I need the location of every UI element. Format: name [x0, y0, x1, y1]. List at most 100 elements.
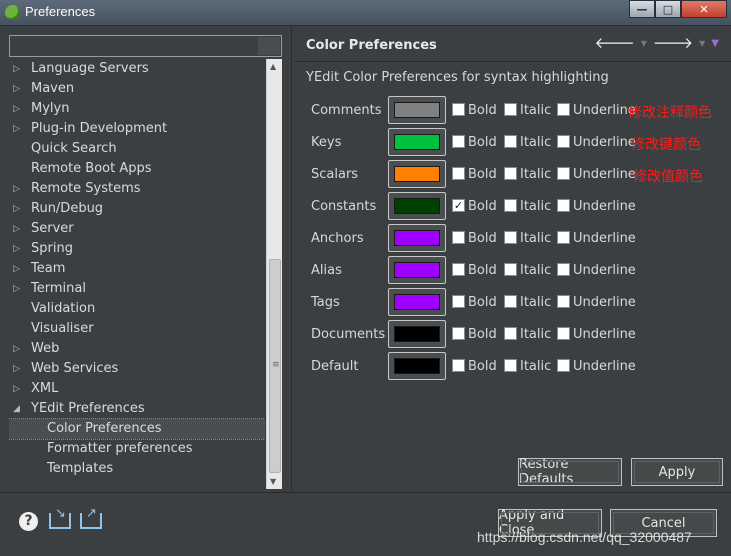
tree-item[interactable]: ▷ Server — [9, 219, 265, 239]
italic-checkbox[interactable] — [504, 167, 517, 180]
forward-arrow-icon[interactable]: 🡒 — [653, 36, 693, 51]
bold-checkbox[interactable]: ✓ — [452, 199, 465, 212]
tree-item[interactable]: Remote Boot Apps — [9, 159, 265, 179]
color-picker-button[interactable] — [388, 320, 446, 348]
color-picker-button[interactable] — [388, 224, 446, 252]
collapsed-arrow-icon[interactable]: ▷ — [13, 339, 23, 359]
tree-item[interactable]: Color Preferences — [9, 418, 265, 440]
back-dropdown-icon[interactable]: ▼ — [641, 39, 647, 48]
tree-item[interactable]: ▷ Maven — [9, 79, 265, 99]
underline-checkbox[interactable] — [557, 135, 570, 148]
apply-button[interactable]: Apply — [631, 458, 723, 486]
tree-item[interactable]: ◢ YEdit Preferences — [9, 399, 265, 419]
tree-item-label: Quick Search — [31, 141, 117, 156]
tree-item[interactable]: ▷ Spring — [9, 239, 265, 259]
italic-label: Italic — [520, 327, 552, 342]
tree-item[interactable]: ▷ Web Services — [9, 359, 265, 379]
expanded-arrow-icon[interactable]: ◢ — [13, 399, 23, 419]
collapsed-arrow-icon[interactable]: ▷ — [13, 199, 23, 219]
collapsed-arrow-icon[interactable]: ▷ — [13, 279, 23, 299]
tree-item[interactable]: ▷ Web — [9, 339, 265, 359]
collapsed-arrow-icon[interactable]: ▷ — [13, 119, 23, 139]
color-picker-button[interactable] — [388, 352, 446, 380]
import-icon[interactable]: ↘ — [49, 507, 71, 529]
bold-checkbox[interactable] — [452, 295, 465, 308]
back-arrow-icon[interactable]: 🡐 — [595, 36, 635, 51]
italic-checkbox[interactable] — [504, 263, 517, 276]
close-button[interactable]: ✕ — [681, 0, 727, 18]
italic-checkbox[interactable] — [504, 359, 517, 372]
underline-checkbox[interactable] — [557, 327, 570, 340]
tree-item[interactable]: ▷ Language Servers — [9, 59, 265, 79]
color-picker-button[interactable] — [388, 160, 446, 188]
help-icon[interactable]: ? — [19, 512, 38, 531]
maximize-button[interactable]: □ — [655, 0, 681, 18]
preference-tree-pane: ▷ Language Servers ▷ Maven ▷ Mylyn ▷ Plug-in De… — [0, 27, 292, 492]
color-picker-button[interactable] — [388, 128, 446, 156]
color-picker-button[interactable] — [388, 288, 446, 316]
tree-item[interactable]: Quick Search — [9, 139, 265, 159]
italic-label: Italic — [520, 135, 552, 150]
italic-checkbox[interactable] — [504, 199, 517, 212]
color-swatch — [394, 230, 440, 246]
filter-clear-icon[interactable] — [258, 37, 280, 55]
scroll-up-icon[interactable]: ▲ — [270, 62, 276, 71]
minimize-button[interactable]: — — [629, 0, 655, 18]
underline-checkbox[interactable] — [557, 295, 570, 308]
collapsed-arrow-icon[interactable]: ▷ — [13, 259, 23, 279]
tree-item[interactable]: ▷ Run/Debug — [9, 199, 265, 219]
page-header: Color Preferences 🡐 ▼ 🡒 ▼ ▼ — [294, 27, 731, 62]
tree-item[interactable]: ▷ Plug-in Development — [9, 119, 265, 139]
underline-checkbox[interactable] — [557, 167, 570, 180]
collapsed-arrow-icon[interactable]: ▷ — [13, 379, 23, 399]
color-setting-row: Keys Bold Italic Underline 修改键颜色 — [306, 128, 726, 160]
underline-checkbox[interactable] — [557, 231, 570, 244]
scroll-down-icon[interactable]: ▼ — [270, 477, 276, 486]
collapsed-arrow-icon[interactable]: ▷ — [13, 179, 23, 199]
tree-item[interactable]: ▷ Terminal — [9, 279, 265, 299]
tree-item[interactable]: ▷ Mylyn — [9, 99, 265, 119]
forward-dropdown-icon[interactable]: ▼ — [699, 39, 705, 48]
italic-checkbox[interactable] — [504, 295, 517, 308]
color-picker-button[interactable] — [388, 256, 446, 284]
tree-item[interactable]: ▷ Team — [9, 259, 265, 279]
collapsed-arrow-icon[interactable]: ▷ — [13, 79, 23, 99]
collapsed-arrow-icon[interactable]: ▷ — [13, 59, 23, 79]
underline-checkbox[interactable] — [557, 359, 570, 372]
italic-checkbox[interactable] — [504, 135, 517, 148]
underline-checkbox[interactable] — [557, 103, 570, 116]
filter-input[interactable] — [9, 35, 282, 57]
color-setting-row: Documents Bold Italic Underline — [306, 320, 726, 352]
tree-item-label: Spring — [31, 241, 73, 256]
color-picker-button[interactable] — [388, 96, 446, 124]
view-menu-icon[interactable]: ▼ — [711, 38, 719, 49]
tree-item[interactable]: Templates — [9, 459, 265, 479]
bold-checkbox[interactable] — [452, 103, 465, 116]
collapsed-arrow-icon[interactable]: ▷ — [13, 359, 23, 379]
italic-checkbox[interactable] — [504, 103, 517, 116]
bold-checkbox[interactable] — [452, 263, 465, 276]
tree-item[interactable]: Visualiser — [9, 319, 265, 339]
tree-scrollbar[interactable]: ▲ ≡ ▼ — [266, 59, 282, 489]
bold-checkbox[interactable] — [452, 327, 465, 340]
bold-checkbox[interactable] — [452, 135, 465, 148]
collapsed-arrow-icon[interactable]: ▷ — [13, 239, 23, 259]
tree-item[interactable]: Validation — [9, 299, 265, 319]
underline-checkbox[interactable] — [557, 263, 570, 276]
tree-item[interactable]: Formatter preferences — [9, 439, 265, 459]
italic-checkbox[interactable] — [504, 327, 517, 340]
collapsed-arrow-icon[interactable]: ▷ — [13, 219, 23, 239]
italic-checkbox[interactable] — [504, 231, 517, 244]
tree-item[interactable]: ▷ Remote Systems — [9, 179, 265, 199]
export-icon[interactable]: ↗ — [80, 507, 102, 529]
restore-defaults-button[interactable]: Restore Defaults — [518, 457, 622, 487]
bold-checkbox[interactable] — [452, 167, 465, 180]
underline-checkbox[interactable] — [557, 199, 570, 212]
bold-label: Bold — [468, 199, 497, 214]
scrollbar-thumb[interactable]: ≡ — [269, 259, 281, 473]
bold-checkbox[interactable] — [452, 359, 465, 372]
tree-item[interactable]: ▷ XML — [9, 379, 265, 399]
bold-checkbox[interactable] — [452, 231, 465, 244]
color-picker-button[interactable] — [388, 192, 446, 220]
collapsed-arrow-icon[interactable]: ▷ — [13, 99, 23, 119]
